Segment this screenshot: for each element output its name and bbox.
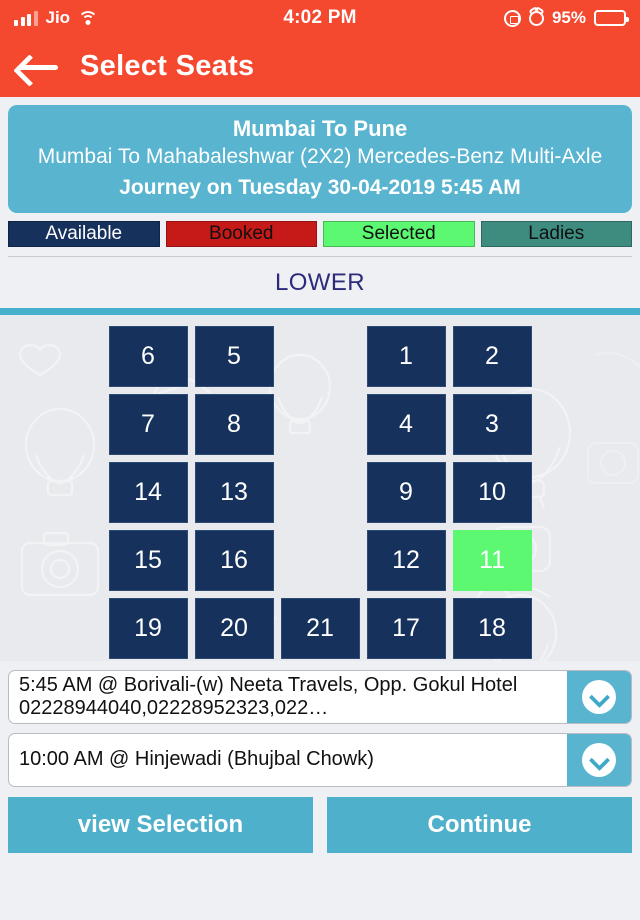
seat-14[interactable]: 14	[108, 462, 188, 524]
lower-deck-panel: 6 5 1 2 7 8 4 3 14 13 9 10 15 16 12 11 19 20 21 17 18	[0, 308, 640, 662]
footer-actions: view Selection Continue	[8, 797, 632, 862]
status-bar-clock: 4:02 PM	[283, 7, 357, 28]
seat-5[interactable]: 5	[194, 326, 274, 388]
trip-info-card: Mumbai To Pune Mumbai To Mahabaleshwar (…	[8, 105, 632, 214]
seat-4[interactable]: 4	[366, 394, 446, 456]
app-bar: Select Seats	[0, 36, 640, 97]
seat-11[interactable]: 11	[452, 530, 532, 592]
seat-17[interactable]: 17	[366, 598, 446, 660]
wifi-icon	[78, 10, 99, 26]
seat-aisle-gap	[281, 462, 360, 523]
seat-legend: Available Booked Selected Ladies	[8, 221, 632, 248]
seat-grid: 6 5 1 2 7 8 4 3 14 13 9 10 15 16 12 11 19 20 21 17 18	[0, 315, 640, 660]
pickup-point-select[interactable]: 5:45 AM @ Borivali-(w) Neeta Travels, Op…	[8, 670, 632, 725]
status-bar-right: 95%	[357, 8, 629, 28]
legend-item: Booked	[165, 221, 317, 248]
battery-percent-label: 95%	[551, 8, 586, 27]
seat-15[interactable]: 15	[108, 530, 188, 592]
dropoff-dropdown-button[interactable]	[567, 734, 631, 787]
seat-2[interactable]: 2	[452, 326, 532, 388]
seat-aisle-gap	[281, 394, 360, 455]
carrier-label: Jio	[45, 8, 71, 27]
trip-journey-datetime: Journey on Tuesday 30-04-2019 5:45 AM	[119, 175, 521, 199]
rotation-lock-icon	[503, 9, 521, 27]
deck-title: LOWER	[274, 269, 365, 297]
seat-16[interactable]: 16	[194, 530, 274, 592]
continue-button[interactable]: Continue	[327, 797, 632, 854]
seat-1[interactable]: 1	[366, 326, 446, 388]
seat-aisle-gap	[281, 530, 360, 591]
page-title: Select Seats	[80, 50, 255, 82]
seat-20[interactable]: 20	[194, 598, 274, 660]
legend-item: Selected	[323, 221, 475, 248]
seat-9[interactable]: 9	[366, 462, 446, 524]
bottom-wrapper: 5:45 AM @ Borivali-(w) Neeta Travels, Op…	[0, 670, 640, 862]
legend-item: Ladies	[480, 221, 632, 248]
alarm-clock-icon	[528, 10, 544, 26]
seat-19[interactable]: 19	[108, 598, 188, 660]
legend-item: Available	[8, 221, 160, 248]
signal-bars-icon	[14, 10, 38, 26]
trip-route: Mumbai To Pune	[232, 116, 408, 141]
seat-aisle-gap	[281, 326, 360, 387]
seat-13[interactable]: 13	[194, 462, 274, 524]
seat-10[interactable]: 10	[452, 462, 532, 524]
content-wrapper: Mumbai To Pune Mumbai To Mahabaleshwar (…	[0, 105, 640, 308]
seat-3[interactable]: 3	[452, 394, 532, 456]
seat-21[interactable]: 21	[280, 598, 360, 660]
seat-12[interactable]: 12	[366, 530, 446, 592]
view-selection-button[interactable]: view Selection	[8, 797, 313, 854]
dropoff-point-value: 10:00 AM @ Hinjewadi (Bhujbal Chowk)	[19, 748, 374, 771]
chevron-down-icon	[582, 680, 616, 715]
trip-bus-type: Mumbai To Mahabaleshwar (2X2) Mercedes-B…	[37, 145, 603, 169]
dropoff-point-select[interactable]: 10:00 AM @ Hinjewadi (Bhujbal Chowk)	[8, 733, 632, 788]
chevron-down-icon	[582, 743, 616, 778]
seat-8[interactable]: 8	[194, 394, 274, 456]
seat-6[interactable]: 6	[108, 326, 188, 388]
battery-icon	[594, 10, 629, 26]
seat-7[interactable]: 7	[108, 394, 188, 456]
back-arrow-icon[interactable]	[16, 52, 60, 82]
status-bar: Jio 4:02 PM 95%	[0, 0, 640, 36]
status-bar-left: Jio	[14, 8, 283, 28]
seat-18[interactable]: 18	[452, 598, 532, 660]
pickup-point-value: 5:45 AM @ Borivali-(w) Neeta Travels, Op…	[19, 673, 518, 720]
pickup-dropdown-button[interactable]	[567, 671, 631, 724]
